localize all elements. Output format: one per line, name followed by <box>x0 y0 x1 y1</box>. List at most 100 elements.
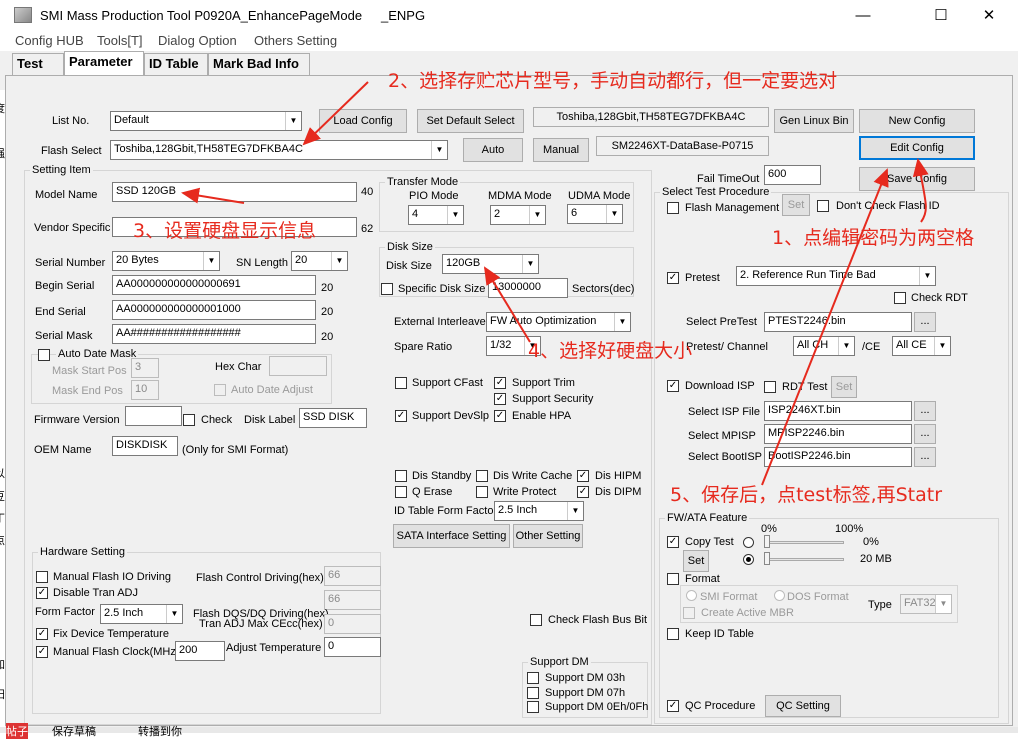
oem-name-input[interactable]: DISKDISK <box>112 436 178 456</box>
edit-config-button[interactable]: Edit Config <box>859 136 975 160</box>
manual-flash-io-checkbox[interactable] <box>36 571 48 583</box>
select-pretest-browse-button[interactable]: ... <box>914 312 936 332</box>
menu-dialog-option[interactable]: Dialog Option <box>158 33 237 48</box>
other-setting-button[interactable]: Other Setting <box>513 524 583 548</box>
specific-disk-size-input[interactable]: 13000000 <box>488 278 568 298</box>
pio-mode-select[interactable]: 4 ▼ <box>408 205 464 225</box>
select-pretest-input[interactable]: PTEST2246.bin <box>764 312 912 332</box>
smi-format-radio[interactable] <box>686 590 697 601</box>
tab-id-table[interactable]: ID Table <box>144 53 208 75</box>
udma-mode-select[interactable]: 6 ▼ <box>567 204 623 224</box>
dis-standby-checkbox[interactable] <box>395 470 407 482</box>
ce-select[interactable]: All CE ▼ <box>892 336 951 356</box>
auto-date-mask-checkbox[interactable] <box>38 349 50 361</box>
flash-management-set-button[interactable]: Set <box>782 194 810 216</box>
external-interleave-select[interactable]: FW Auto Optimization ▼ <box>486 312 631 332</box>
select-isp-file-input[interactable]: ISP2246XT.bin <box>764 401 912 421</box>
fail-timeout-input[interactable]: 600 <box>764 165 821 185</box>
auto-button[interactable]: Auto <box>463 138 523 162</box>
dis-write-cache-checkbox[interactable] <box>476 470 488 482</box>
keep-id-table-checkbox[interactable] <box>667 628 679 640</box>
write-protect-checkbox[interactable] <box>476 486 488 498</box>
set-default-select-button[interactable]: Set Default Select <box>417 109 524 133</box>
mask-start-pos-input[interactable]: 3 <box>131 358 159 378</box>
gen-linux-bin-button[interactable]: Gen Linux Bin <box>774 109 854 133</box>
select-bootisp-input[interactable]: BootISP2246.bin <box>764 447 912 467</box>
download-isp-checkbox[interactable]: ✓ <box>667 380 679 392</box>
menu-config-hub[interactable]: Config HUB <box>15 33 84 48</box>
q-erase-checkbox[interactable] <box>395 486 407 498</box>
support-dm07-checkbox[interactable] <box>527 687 539 699</box>
mask-end-pos-input[interactable]: 10 <box>131 380 159 400</box>
save-config-button[interactable]: Save Config <box>859 167 975 191</box>
manual-button[interactable]: Manual <box>533 138 589 162</box>
close-button[interactable]: ✕ <box>966 0 1012 31</box>
specific-disk-size-checkbox[interactable] <box>381 283 393 295</box>
hex-char-input[interactable] <box>269 356 327 376</box>
mdma-mode-select[interactable]: 2 ▼ <box>490 205 546 225</box>
disk-size-select[interactable]: 120GB ▼ <box>442 254 539 274</box>
form-factor-select[interactable]: 2.5 Inch ▼ <box>100 604 183 624</box>
menu-others-setting[interactable]: Others Setting <box>254 33 337 48</box>
dont-check-flash-id-checkbox[interactable] <box>817 200 829 212</box>
support-security-checkbox[interactable]: ✓ <box>494 393 506 405</box>
check-rdt-checkbox[interactable] <box>894 292 906 304</box>
copy-mb-slider-thumb[interactable] <box>764 552 770 565</box>
begin-serial-input[interactable]: AA000000000000000691 <box>112 275 316 295</box>
select-bootisp-browse-button[interactable]: ... <box>914 447 936 467</box>
tab-test[interactable]: Test <box>12 53 64 75</box>
rdt-test-checkbox[interactable] <box>764 381 776 393</box>
enable-hpa-checkbox[interactable]: ✓ <box>494 410 506 422</box>
dos-format-radio[interactable] <box>774 590 785 601</box>
copy-percent-radio[interactable] <box>743 537 754 548</box>
disable-tran-adj-checkbox[interactable]: ✓ <box>36 587 48 599</box>
format-checkbox[interactable] <box>667 573 679 585</box>
support-dm03-checkbox[interactable] <box>527 672 539 684</box>
id-table-form-factor-select[interactable]: 2.5 Inch ▼ <box>494 501 584 521</box>
copy-mb-slider-track[interactable] <box>764 558 844 561</box>
model-name-input[interactable]: SSD 120GB <box>112 182 357 202</box>
manual-flash-clock-checkbox[interactable]: ✓ <box>36 646 48 658</box>
select-isp-browse-button[interactable]: ... <box>914 401 936 421</box>
copy-percent-slider-track[interactable] <box>764 541 844 544</box>
copy-test-checkbox[interactable]: ✓ <box>667 536 679 548</box>
tran-adj-max-input[interactable]: 0 <box>324 614 381 634</box>
support-devslp-checkbox[interactable]: ✓ <box>395 410 407 422</box>
sn-length-select[interactable]: 20 ▼ <box>291 251 348 271</box>
support-cfast-checkbox[interactable] <box>395 377 407 389</box>
format-type-select[interactable]: FAT32 ▼ <box>900 594 952 614</box>
fix-device-temperature-checkbox[interactable]: ✓ <box>36 628 48 640</box>
create-active-mbr-checkbox[interactable] <box>683 607 695 619</box>
copy-mb-radio[interactable] <box>743 554 754 565</box>
copy-test-set-button[interactable]: Set <box>683 550 709 572</box>
flash-control-driving-input[interactable]: 66 <box>324 566 381 586</box>
check-flash-bus-bit-checkbox[interactable] <box>530 614 542 626</box>
menu-tools[interactable]: Tools[T] <box>97 33 143 48</box>
support-dm0e-checkbox[interactable] <box>527 701 539 713</box>
disk-label-input[interactable]: SSD DISK <box>299 408 367 428</box>
flash-dqs-driving-input[interactable]: 66 <box>324 590 381 610</box>
copy-percent-slider-thumb[interactable] <box>764 535 770 548</box>
flash-management-checkbox[interactable] <box>667 202 679 214</box>
auto-date-adjust-checkbox[interactable] <box>214 384 226 396</box>
tab-mark-bad-info[interactable]: Mark Bad Info <box>208 53 310 75</box>
pretest-channel-select[interactable]: All CH ▼ <box>793 336 855 356</box>
minimize-button[interactable]: — <box>840 0 886 31</box>
serial-mask-input[interactable]: AA################## <box>112 324 316 344</box>
adjust-temperature-input[interactable]: 0 <box>324 637 381 657</box>
dis-dipm-checkbox[interactable]: ✓ <box>577 486 589 498</box>
new-config-button[interactable]: New Config <box>859 109 975 133</box>
end-serial-input[interactable]: AA000000000000001000 <box>112 300 316 320</box>
rdt-test-set-button[interactable]: Set <box>831 376 857 398</box>
select-mpisp-browse-button[interactable]: ... <box>914 424 936 444</box>
sata-interface-setting-button[interactable]: SATA Interface Setting <box>393 524 510 548</box>
qc-setting-button[interactable]: QC Setting <box>765 695 841 717</box>
load-config-button[interactable]: Load Config <box>319 109 407 133</box>
flash-select-dropdown[interactable]: Toshiba,128Gbit,TH58TEG7DFKBA4C ▼ <box>110 140 448 160</box>
list-no-select[interactable]: Default ▼ <box>110 111 302 131</box>
qc-procedure-checkbox[interactable]: ✓ <box>667 700 679 712</box>
serial-number-select[interactable]: 20 Bytes ▼ <box>112 251 220 271</box>
select-mpisp-input[interactable]: MPISP2246.bin <box>764 424 912 444</box>
support-trim-checkbox[interactable]: ✓ <box>494 377 506 389</box>
pretest-select[interactable]: 2. Reference Run Time Bad ▼ <box>736 266 936 286</box>
